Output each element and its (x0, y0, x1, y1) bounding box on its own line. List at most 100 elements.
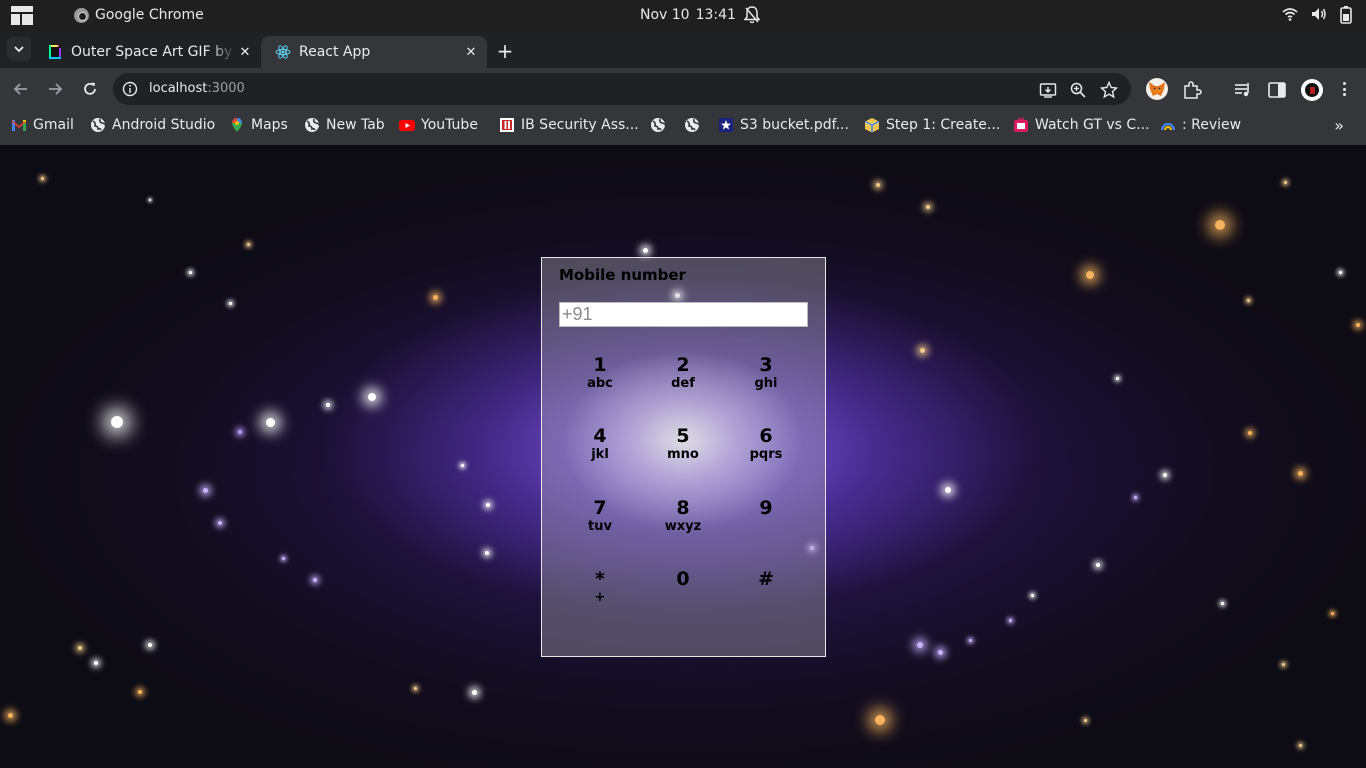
globe-icon (685, 118, 700, 132)
activities-icon[interactable] (11, 6, 33, 25)
chrome-menu-button[interactable] (1337, 80, 1351, 98)
key-1[interactable]: 1 abc (560, 354, 640, 418)
bookmark-watch-gt[interactable]: Watch GT vs C... (1013, 117, 1150, 133)
star (281, 556, 285, 560)
metamask-extension-icon[interactable] (1146, 78, 1168, 100)
bookmark-step-1[interactable]: Step 1: Create... (864, 117, 1000, 133)
key-6[interactable]: 6 pqrs (726, 425, 806, 489)
key-letters: + (594, 590, 606, 605)
star (968, 638, 972, 642)
battery-icon (1340, 6, 1352, 24)
star (246, 242, 250, 246)
reload-button[interactable] (78, 77, 102, 101)
bookmark-maps[interactable]: Maps (229, 117, 288, 133)
key-5[interactable]: 5 mno (643, 425, 723, 489)
url-host: localhost (149, 81, 208, 96)
extensions-icon[interactable] (1182, 80, 1202, 100)
gmail-icon (12, 120, 26, 131)
key-3[interactable]: 3 ghi (726, 354, 806, 418)
key-0[interactable]: 0 (643, 568, 723, 632)
address-bar[interactable]: localhost:3000 (113, 73, 1131, 105)
menu-dot (1342, 93, 1346, 96)
star (486, 503, 490, 507)
bookmark-ib-security[interactable]: IB Security Ass... (499, 117, 639, 133)
zoom-icon[interactable] (1069, 81, 1087, 99)
chevron-down-icon (14, 45, 24, 52)
star (926, 205, 930, 209)
profile-avatar[interactable] (1301, 79, 1323, 101)
star (78, 646, 82, 650)
star (265, 417, 275, 427)
bookmarks-bar: Gmail Android Studio Maps New Tab YouTub… (0, 110, 1366, 145)
star (1215, 220, 1225, 230)
bookmark-star-icon[interactable] (1100, 81, 1118, 99)
media-controls-icon[interactable] (1233, 80, 1253, 100)
bookmark-label: : Review (1182, 117, 1242, 133)
star (138, 690, 142, 694)
review-icon (1160, 122, 1176, 131)
url-text[interactable]: localhost:3000 (149, 81, 245, 96)
more-bookmarks-icon[interactable]: » (1334, 116, 1344, 135)
arrow-left-icon (13, 83, 27, 95)
forward-button[interactable] (43, 77, 67, 101)
star (313, 578, 317, 582)
bookmark-label: IB Security Ass... (521, 117, 639, 133)
key-9[interactable]: 9 (726, 497, 806, 561)
star (875, 715, 885, 725)
star (1297, 470, 1303, 476)
key-star[interactable]: * + (560, 568, 640, 632)
key-2[interactable]: 2 def (643, 354, 723, 418)
bookmark-gmail[interactable]: Gmail (11, 117, 74, 133)
star (1096, 563, 1100, 567)
clock[interactable]: Nov 10 13:41 (640, 7, 736, 23)
tab-react-app[interactable]: React App ✕ (261, 36, 487, 68)
box-icon (864, 118, 880, 133)
star-doc-icon (719, 118, 733, 132)
key-letters: tuv (588, 519, 612, 534)
notification-bell-icon[interactable] (744, 6, 760, 24)
key-4[interactable]: 4 jkl (560, 425, 640, 489)
url-port: :3000 (207, 81, 245, 96)
star (1356, 323, 1360, 327)
bookmark-youtube[interactable]: YouTube (399, 117, 478, 133)
star (485, 551, 489, 555)
keypad: 1 abc 2 def 3 ghi 4 jkl 5 mno 6 pqrs 7 tuv 8 wxy… (560, 354, 808, 644)
star (188, 270, 192, 274)
bookmark-untitled-1[interactable] (650, 117, 666, 133)
mobile-number-input[interactable] (559, 302, 808, 327)
star (1298, 743, 1302, 747)
key-digit: 6 (759, 425, 773, 447)
star (1008, 618, 1012, 622)
bookmark-android-studio[interactable]: Android Studio (90, 117, 215, 133)
key-letters: pqrs (749, 447, 783, 462)
bookmark-review[interactable]: : Review (1160, 117, 1241, 133)
star (1248, 431, 1252, 435)
system-tray[interactable] (1282, 6, 1352, 24)
tab-search-button[interactable] (7, 37, 31, 61)
key-7[interactable]: 7 tuv (560, 497, 640, 561)
install-app-icon[interactable] (1039, 81, 1057, 99)
star (111, 416, 123, 428)
bookmark-new-tab[interactable]: New Tab (304, 117, 385, 133)
star (1030, 593, 1034, 597)
key-letters: wxyz (664, 519, 702, 534)
tab-outer-space[interactable]: Outer Space Art GIF by xponentialdesign … (33, 36, 261, 68)
key-letters: abc (587, 376, 613, 391)
back-button[interactable] (9, 77, 33, 101)
site-info-icon[interactable] (122, 81, 138, 97)
key-digit: 7 (593, 497, 607, 519)
close-tab-icon[interactable]: ✕ (461, 45, 481, 60)
star (919, 347, 925, 353)
bookmark-label: Maps (251, 117, 288, 133)
side-panel-icon[interactable] (1267, 80, 1287, 100)
star (1133, 495, 1137, 499)
close-tab-icon[interactable]: ✕ (235, 45, 255, 60)
key-8[interactable]: 8 wxyz (643, 497, 723, 561)
star (1330, 611, 1334, 615)
new-tab-button[interactable]: + (495, 39, 515, 63)
bookmark-s3-bucket[interactable]: S3 bucket.pdf... (718, 117, 849, 133)
bookmark-label: New Tab (326, 117, 385, 133)
bookmark-untitled-2[interactable] (684, 117, 700, 133)
active-app-indicator[interactable]: Google Chrome (74, 7, 204, 23)
key-hash[interactable]: # (726, 568, 806, 632)
